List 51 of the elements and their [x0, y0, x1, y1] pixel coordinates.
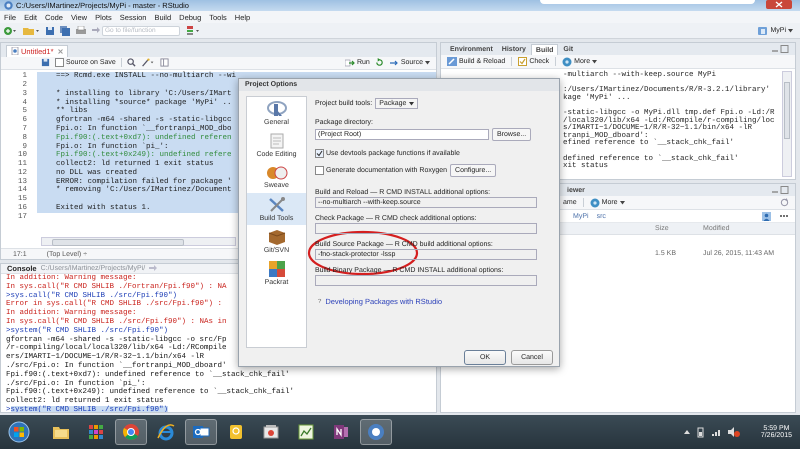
- user-icon[interactable]: [762, 212, 771, 220]
- caret-icon: [592, 60, 598, 64]
- r-file-icon: [11, 47, 19, 56]
- start-icon[interactable]: [8, 421, 30, 443]
- caret-icon: [788, 28, 793, 32]
- build-icon[interactable]: [185, 25, 201, 36]
- bulb-icon: [227, 423, 245, 441]
- check-mark-icon: [316, 150, 323, 157]
- r-icon: [367, 423, 385, 441]
- refresh-icon[interactable]: [780, 198, 789, 207]
- options-field[interactable]: [315, 223, 537, 234]
- sweave-icon: [266, 166, 288, 180]
- ie-icon: [157, 423, 175, 441]
- project-icon: [758, 26, 768, 35]
- options-field[interactable]: [315, 275, 537, 286]
- new-file-icon[interactable]: [3, 26, 17, 36]
- source-arrow-icon: [388, 58, 399, 67]
- tools-icon: [268, 196, 286, 212]
- onenote-icon: [332, 423, 350, 441]
- taskbar-app[interactable]: [185, 419, 217, 445]
- arrow-icon: [92, 27, 100, 34]
- project-icon: [297, 423, 315, 441]
- rerun-icon[interactable]: [374, 58, 384, 68]
- page-icon[interactable]: [160, 58, 169, 68]
- taskbar-app[interactable]: [360, 419, 392, 445]
- outlook-icon: [192, 423, 210, 441]
- gear-icon: [590, 198, 600, 208]
- search-icon[interactable]: [126, 58, 136, 68]
- packrat-icon: [268, 260, 284, 276]
- grid-icon: [87, 423, 105, 441]
- save-all-icon[interactable]: [60, 26, 70, 36]
- save-icon[interactable]: [45, 26, 55, 36]
- minimize-maximize-icon[interactable]: [771, 186, 789, 194]
- photos-icon: [262, 423, 280, 441]
- r-logo-icon: [266, 100, 286, 116]
- box-icon: [268, 228, 286, 244]
- save-icon[interactable]: [41, 58, 50, 68]
- chrome-icon: [122, 423, 140, 441]
- horizontal-scrollbar[interactable]: [41, 236, 236, 246]
- vertical-scrollbar[interactable]: [782, 71, 792, 177]
- caret-icon: [425, 60, 430, 65]
- caret-icon: [620, 200, 625, 204]
- app-icon: [4, 1, 13, 10]
- close-icon[interactable]: [58, 48, 63, 54]
- minimize-maximize-icon[interactable]: [771, 45, 789, 53]
- more-icon[interactable]: [779, 214, 789, 218]
- wand-icon[interactable]: [140, 58, 155, 68]
- print-icon[interactable]: [75, 26, 87, 36]
- gear-icon: [562, 56, 572, 66]
- document-icon: [270, 132, 284, 148]
- close-icon[interactable]: [766, 0, 792, 9]
